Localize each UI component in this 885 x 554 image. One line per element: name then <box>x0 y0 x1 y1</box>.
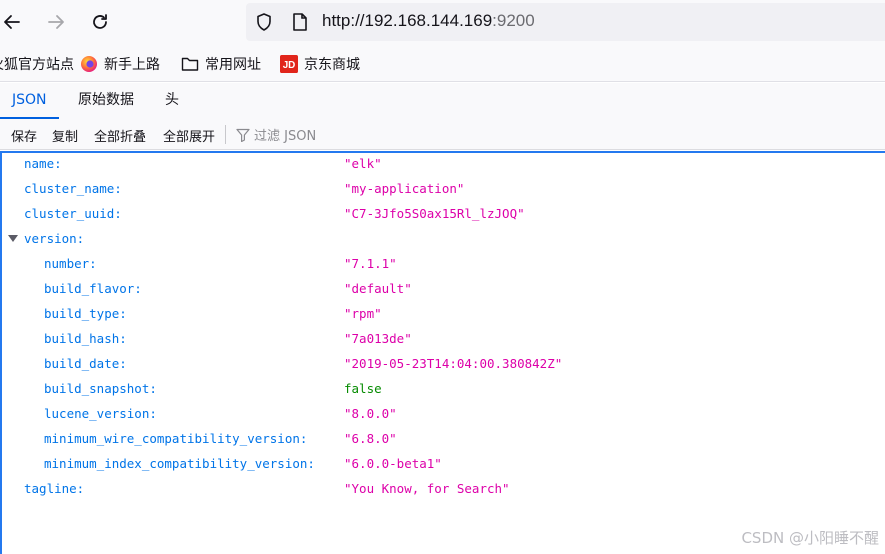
back-button[interactable] <box>0 8 26 36</box>
collapse-all-button[interactable]: 全部折叠 <box>94 126 146 145</box>
json-row[interactable]: build_type: "rpm" <box>2 301 885 326</box>
arrow-right-icon <box>48 15 64 29</box>
json-value: "2019-05-23T14:04:00.380842Z" <box>344 356 563 371</box>
tab-json[interactable]: JSON <box>0 83 59 119</box>
json-key: lucene_version: <box>44 406 157 421</box>
json-row-expandable[interactable]: version: <box>2 226 885 251</box>
json-row[interactable]: build_date: "2019-05-23T14:04:00.380842Z… <box>2 351 885 376</box>
json-value: "8.0.0" <box>344 406 397 421</box>
json-key: build_date: <box>44 356 127 371</box>
page-info-icon[interactable] <box>291 12 309 36</box>
watermark: CSDN @小阳睡不醒 <box>741 529 879 547</box>
bookmark-firefox-official[interactable]: 火狐官方站点 <box>0 54 74 74</box>
json-value: "7.1.1" <box>344 256 397 271</box>
json-key: version: <box>24 231 85 246</box>
json-value: "6.0.0-beta1" <box>344 456 442 471</box>
bookmark-common-sites[interactable]: 常用网址 <box>181 54 261 74</box>
json-key: cluster_name: <box>24 181 122 196</box>
svg-text:JD: JD <box>283 60 296 71</box>
address-bar[interactable]: http://192.168.144.169:9200 <box>246 3 885 41</box>
firefox-icon <box>80 55 98 73</box>
json-key: cluster_uuid: <box>24 206 122 221</box>
json-row[interactable]: minimum_wire_compatibility_version: "6.8… <box>2 426 885 451</box>
bookmark-label: 新手上路 <box>104 57 160 73</box>
filter-icon <box>236 128 250 142</box>
json-value: "rpm" <box>344 306 382 321</box>
json-value: "7a013de" <box>344 331 412 346</box>
shield-icon[interactable] <box>254 12 274 36</box>
json-row[interactable]: build_hash: "7a013de" <box>2 326 885 351</box>
json-row[interactable]: cluster_name: "my-application" <box>2 176 885 201</box>
url-host: http://192.168.144.169 <box>322 11 493 30</box>
json-key: build_flavor: <box>44 281 142 296</box>
json-row[interactable]: build_flavor: "default" <box>2 276 885 301</box>
json-key: minimum_index_compatibility_version: <box>44 456 315 471</box>
bookmark-jd-mall[interactable]: JD 京东商城 <box>280 54 360 74</box>
json-action-toolbar: 保存 复制 全部折叠 全部展开 过滤 JSON <box>0 119 885 150</box>
json-key: name: <box>24 156 62 171</box>
reload-icon <box>93 14 107 29</box>
json-value: "my-application" <box>344 181 465 196</box>
bookmarks-toolbar: 火狐官方站点 新手上路 常用网址 <box>0 44 885 82</box>
json-tree: name: "elk" cluster_name: "my-applicatio… <box>0 151 885 554</box>
navigation-toolbar: http://192.168.144.169:9200 <box>0 0 885 44</box>
json-key: build_hash: <box>44 331 127 346</box>
tab-headers[interactable]: 头 <box>153 83 191 119</box>
json-value: "You Know, for Search" <box>344 481 510 496</box>
toolbar-divider <box>225 125 226 144</box>
bookmark-label: 京东商城 <box>304 57 360 73</box>
bookmark-getting-started[interactable]: 新手上路 <box>80 54 160 74</box>
save-button[interactable]: 保存 <box>11 126 37 145</box>
json-key: number: <box>44 256 97 271</box>
json-row[interactable]: name: "elk" <box>2 151 885 176</box>
json-value: "C7-3Jfo5S0ax15Rl_lzJOQ" <box>344 206 525 221</box>
json-key: build_type: <box>44 306 127 321</box>
json-value: false <box>344 381 382 396</box>
json-key: tagline: <box>24 481 85 496</box>
json-key: minimum_wire_compatibility_version: <box>44 431 308 446</box>
json-value: "default" <box>344 281 412 296</box>
json-row[interactable]: tagline: "You Know, for Search" <box>2 476 885 501</box>
json-row[interactable]: lucene_version: "8.0.0" <box>2 401 885 426</box>
jd-icon: JD <box>280 55 298 73</box>
tab-raw-data[interactable]: 原始数据 <box>66 83 146 119</box>
url-port: :9200 <box>492 11 535 30</box>
json-row[interactable]: build_snapshot: false <box>2 376 885 401</box>
filter-json-input[interactable]: 过滤 JSON <box>236 125 316 144</box>
filter-placeholder: 过滤 JSON <box>254 129 317 144</box>
bookmark-label: 常用网址 <box>205 57 261 73</box>
bookmark-label: 火狐官方站点 <box>0 57 74 73</box>
arrow-left-icon <box>4 15 20 29</box>
url-text[interactable]: http://192.168.144.169:9200 <box>322 11 535 31</box>
copy-button[interactable]: 复制 <box>52 126 78 145</box>
json-value: "6.8.0" <box>344 431 397 446</box>
reload-button[interactable] <box>86 8 114 36</box>
json-row[interactable]: cluster_uuid: "C7-3Jfo5S0ax15Rl_lzJOQ" <box>2 201 885 226</box>
json-row[interactable]: number: "7.1.1" <box>2 251 885 276</box>
folder-icon <box>181 55 199 73</box>
json-row[interactable]: minimum_index_compatibility_version: "6.… <box>2 451 885 476</box>
expand-all-button[interactable]: 全部展开 <box>163 126 215 145</box>
expand-toggle-icon[interactable] <box>8 235 18 242</box>
viewer-tabs: JSON 原始数据 头 <box>0 83 885 119</box>
json-key: build_snapshot: <box>44 381 157 396</box>
forward-button[interactable] <box>42 8 70 36</box>
json-value: "elk" <box>344 156 382 171</box>
